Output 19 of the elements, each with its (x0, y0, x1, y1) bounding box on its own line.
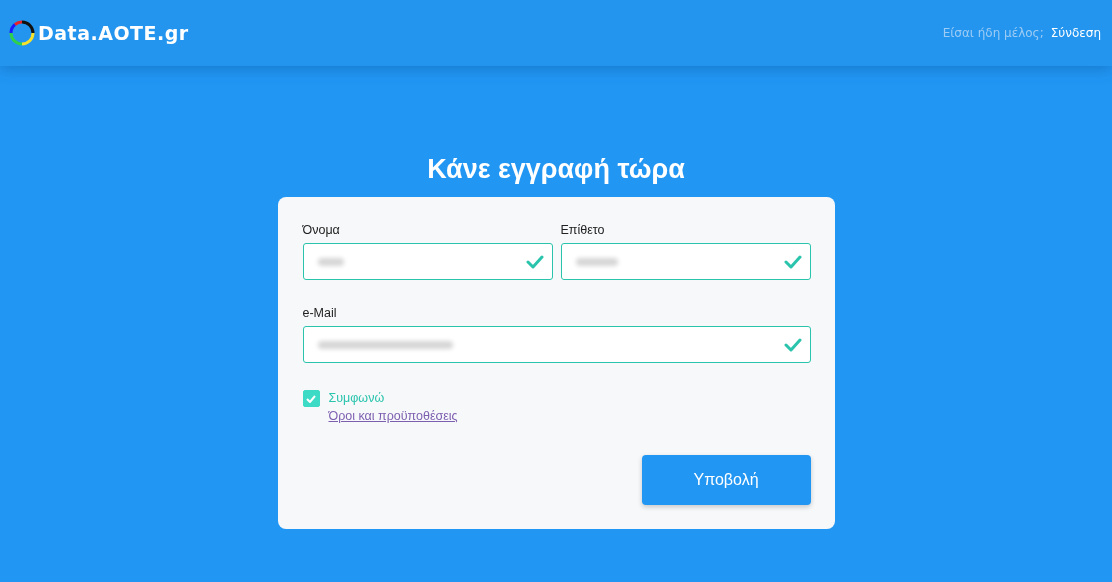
logo-ring-icon (9, 20, 35, 46)
logo-text[interactable]: Data.AOTE.gr (38, 22, 189, 44)
field-label: Επίθετο (560, 223, 606, 237)
input-field[interactable] (560, 243, 811, 280)
member-prompt: Είσαι ήδη μέλος; (942, 26, 1044, 40)
submit-button[interactable]: Υποβολή (641, 455, 811, 505)
checkmark-icon (783, 254, 802, 269)
field-label: Όνομα (302, 223, 341, 237)
input-field[interactable] (302, 243, 553, 280)
checkmark-icon (525, 254, 544, 269)
check-icon (306, 394, 316, 403)
checkmark-icon (783, 337, 802, 352)
agree-label: Συμφωνώ (328, 391, 386, 405)
terms-link[interactable]: Όροι και προϋποθέσεις (328, 409, 458, 423)
page-title: Κάνε εγγραφή τώρα (427, 154, 685, 185)
login-link[interactable]: Σύνδεση (1050, 26, 1101, 40)
field-label: e-Mail (302, 306, 338, 320)
input-field[interactable] (302, 326, 811, 363)
agree-checkbox[interactable] (302, 390, 320, 407)
